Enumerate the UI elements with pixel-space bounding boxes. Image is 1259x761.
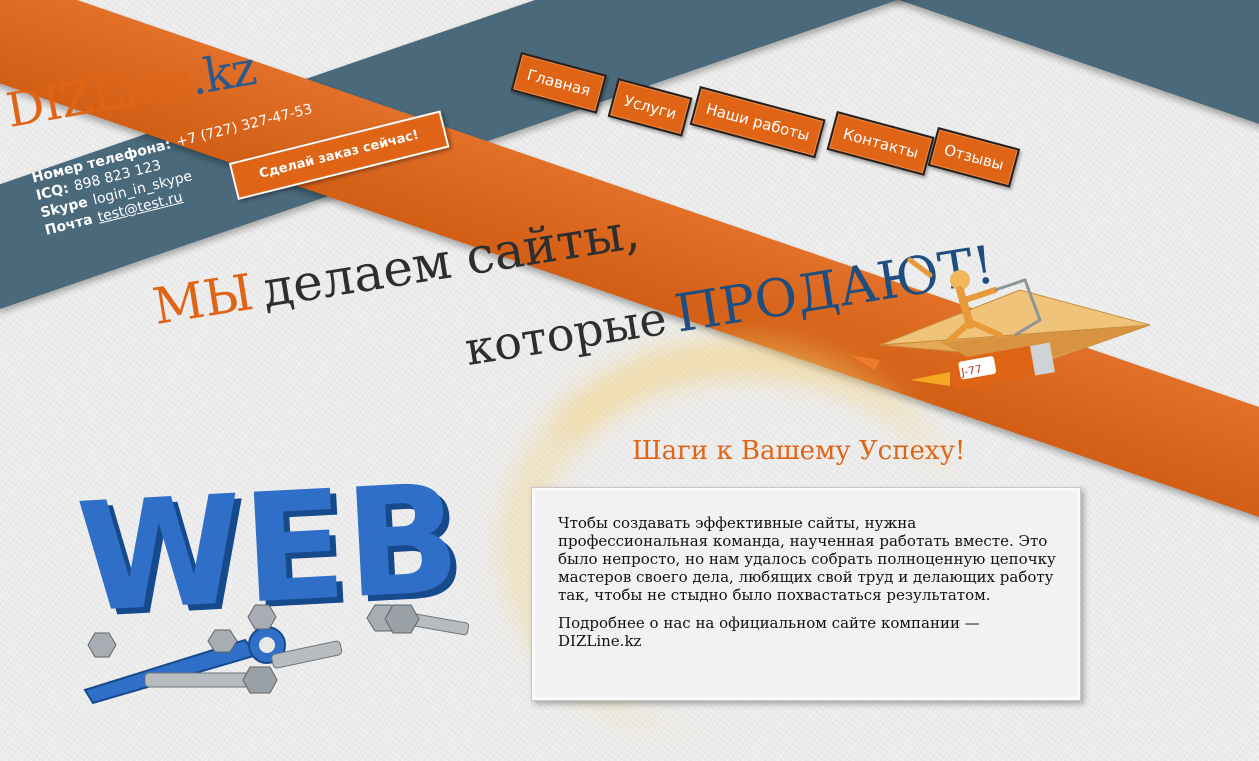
nav-item-works[interactable]: Наши работы xyxy=(689,86,826,159)
headline-word-we: МЫ xyxy=(148,263,258,336)
about-text-box: Чтобы создавать эффективные сайты, нужна… xyxy=(531,487,1081,701)
section-title: Шаги к Вашему Успеху! xyxy=(632,436,966,466)
about-paragraph-2: Подробнее о нас на официальном сайте ком… xyxy=(558,614,980,650)
web-tools-illustration: WEB WEB xyxy=(75,455,470,705)
nav-item-contacts[interactable]: Контакты xyxy=(826,111,935,176)
about-paragraph-1: Чтобы создавать эффективные сайты, нужна… xyxy=(558,514,1056,604)
logo-domain: .kz xyxy=(185,41,260,107)
nav-item-services[interactable]: Услуги xyxy=(607,78,693,137)
nav-item-reviews[interactable]: Отзывы xyxy=(927,127,1021,188)
paper-plane-rocket-illustration: J-77 xyxy=(850,257,1151,389)
